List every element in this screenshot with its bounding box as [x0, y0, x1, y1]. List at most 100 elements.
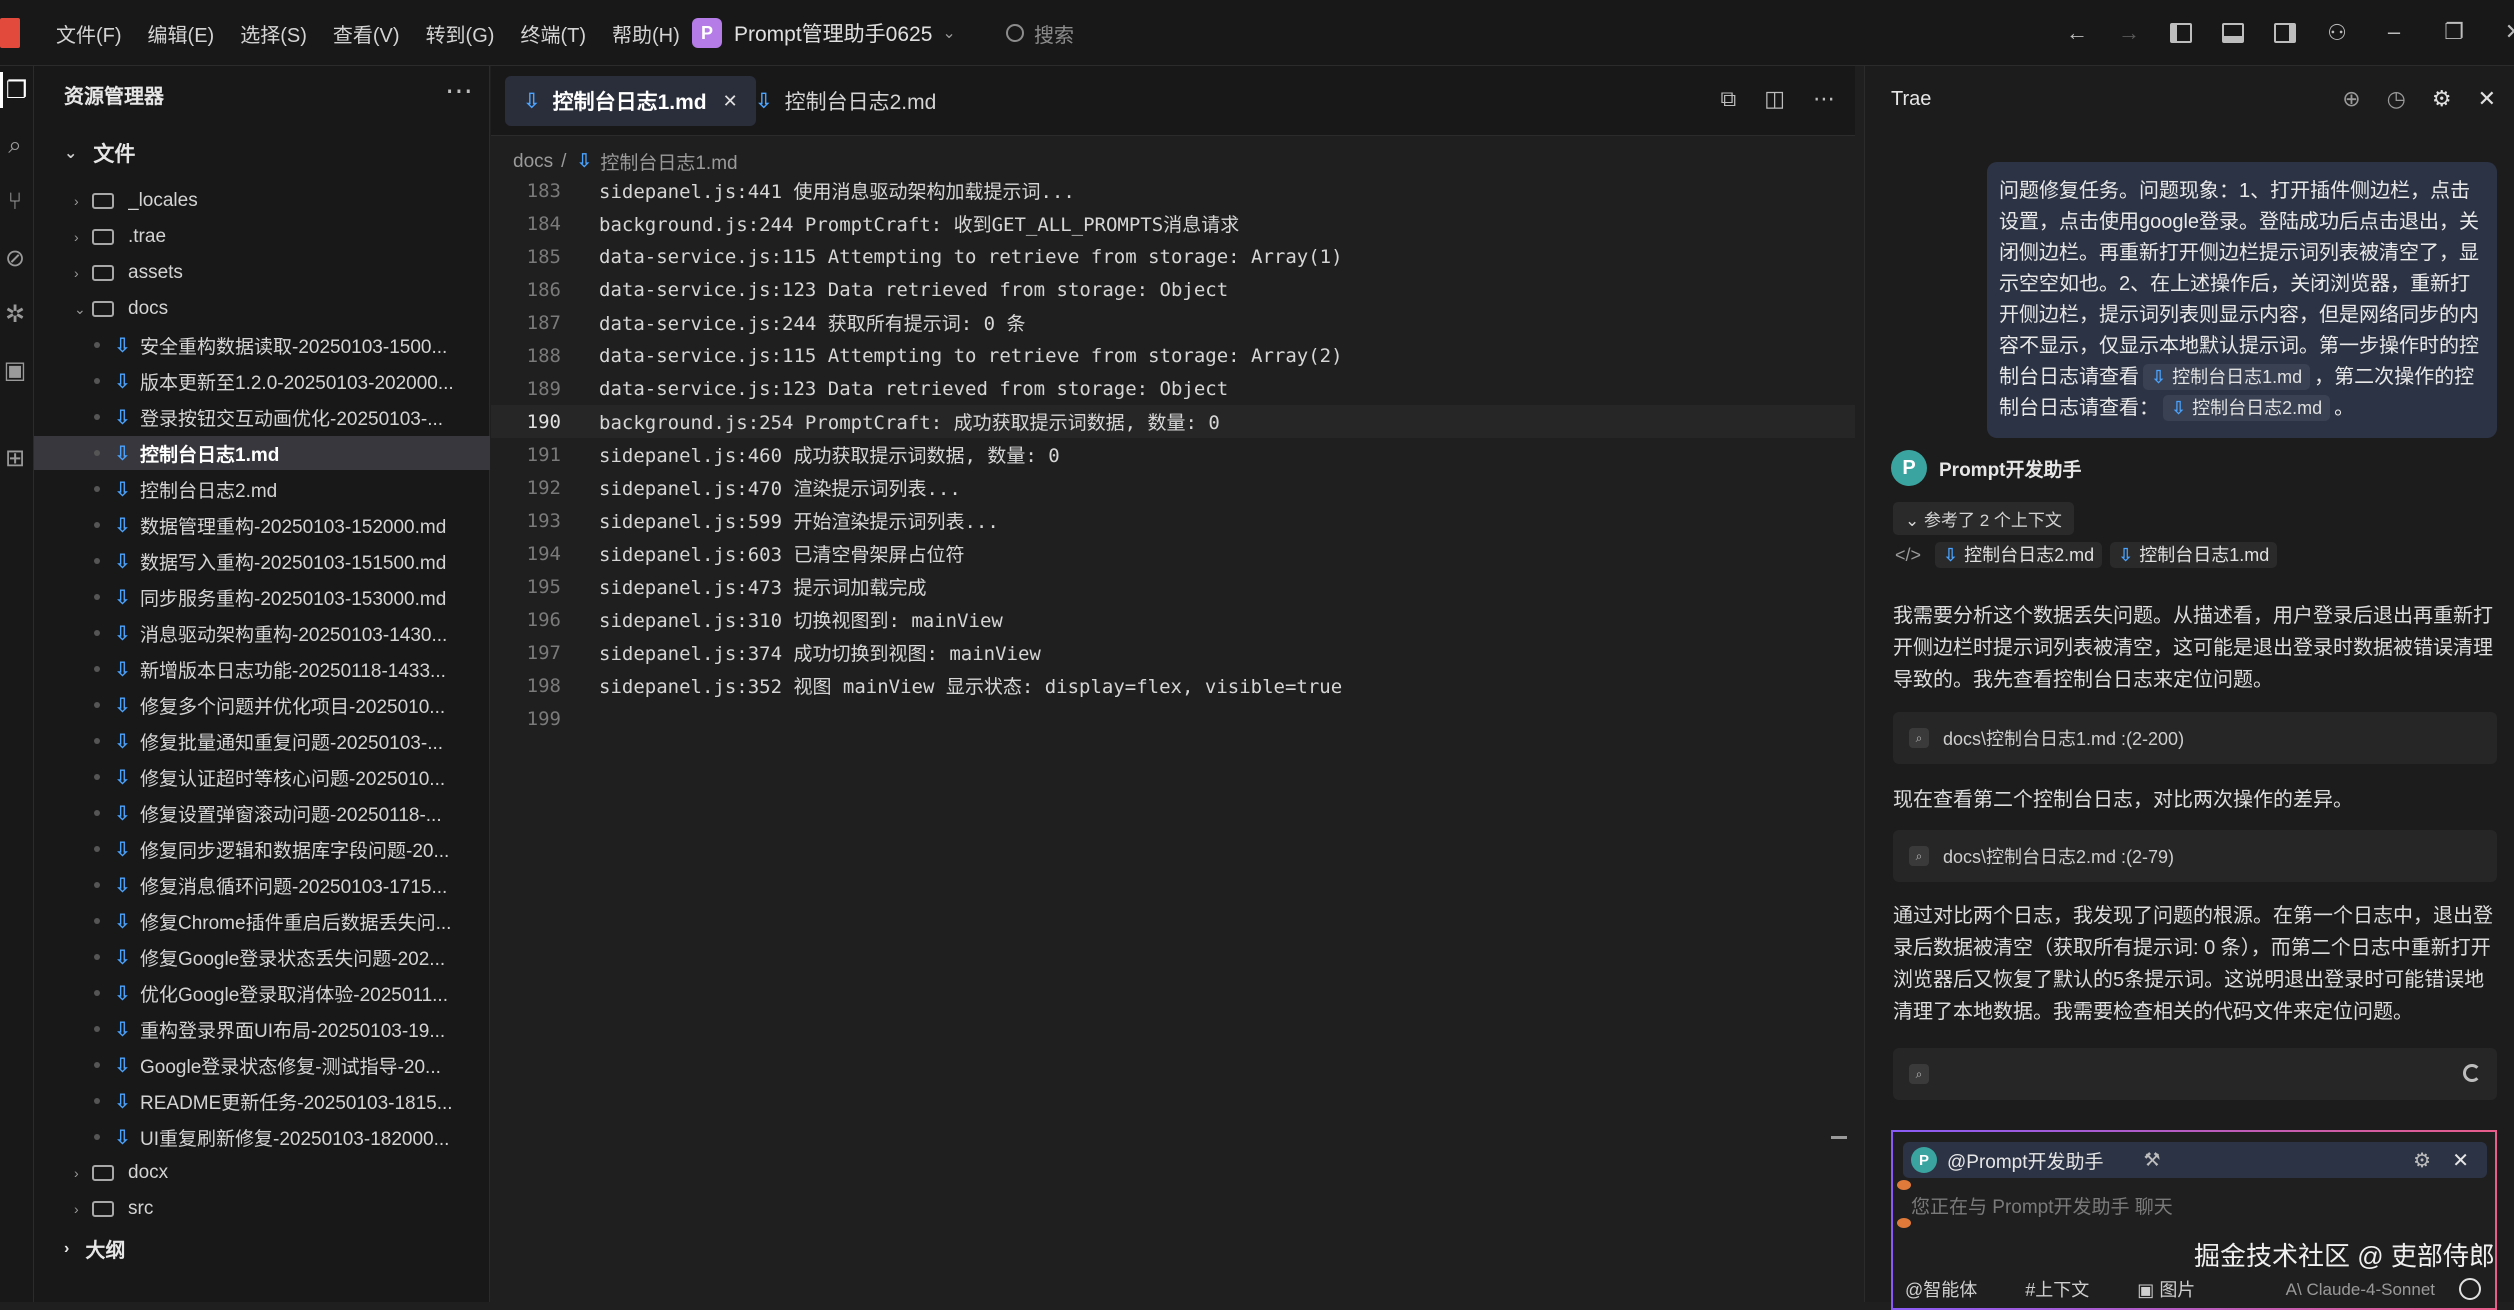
code-line[interactable]: 199 [491, 702, 1855, 735]
menu-go[interactable]: 转到(G) [426, 19, 495, 48]
code-line[interactable]: 194 sidepanel.js:603 已清空骨架屏占位符 [491, 537, 1855, 570]
tree-file[interactable]: ⇩ 数据写入重构-20250103-151500.md [34, 544, 490, 578]
new-chat-icon[interactable]: ⊕ [2342, 86, 2360, 112]
model-selector[interactable]: A\ Claude-4-Sonnet [2286, 1280, 2435, 1300]
code-line[interactable]: 189 data-service.js:123 Data retrieved fr… [491, 372, 1855, 405]
close-icon[interactable]: ✕ [2478, 86, 2496, 112]
remote-icon[interactable]: ⊘ [0, 240, 30, 276]
tree-file[interactable]: ⇩ 登录按钮交互动画优化-20250103-... [34, 400, 490, 434]
open-preview-icon[interactable]: ⧉ [1720, 86, 1736, 112]
tree-file[interactable]: ⇩ 同步服务重构-20250103-153000.md [34, 580, 490, 614]
gear-icon[interactable]: ⚙ [2432, 86, 2452, 112]
code-line[interactable]: 185 data-service.js:115 Attempting to ret… [491, 240, 1855, 273]
agent-mention[interactable]: P @Prompt开发助手 ⚒ ⚙ ✕ [1903, 1142, 2487, 1178]
toggle-panel-icon[interactable] [2220, 20, 2246, 46]
back-arrow-icon[interactable]: ← [2064, 20, 2090, 46]
tree-file[interactable]: ⇩ 新增版本日志功能-20250118-1433... [34, 652, 490, 686]
tool-call-read-file[interactable]: ⌕ docs\控制台日志1.md :(2-200) [1893, 712, 2497, 764]
context-references-toggle[interactable]: ⌄ 参考了 2 个上下文 [1893, 502, 2074, 535]
toggle-sidebar-icon[interactable] [2168, 20, 2194, 46]
tree-file[interactable]: ⇩ 版本更新至1.2.0-20250103-202000... [34, 364, 490, 398]
tree-file[interactable]: ⇩ 修复Chrome插件重启后数据丢失问... [34, 904, 490, 938]
account-icon[interactable]: ⚇ [2324, 20, 2350, 46]
send-icon[interactable] [2459, 1278, 2481, 1300]
explorer-icon[interactable]: ❐ [0, 72, 30, 108]
code-line[interactable]: 192 sidepanel.js:470 渲染提示词列表... [491, 471, 1855, 504]
menu-edit[interactable]: 编辑(E) [148, 19, 215, 48]
split-editor-icon[interactable]: ◫ [1764, 86, 1785, 112]
menu-selection[interactable]: 选择(S) [240, 19, 307, 48]
tree-file[interactable]: ⇩ 重构登录界面UI布局-20250103-19... [34, 1012, 490, 1046]
tab-console-log-1[interactable]: ⇩ 控制台日志1.md ✕ [505, 76, 756, 126]
tree-file[interactable]: ⇩ 消息驱动架构重构-20250103-1430... [34, 616, 490, 650]
code-line[interactable]: 197 sidepanel.js:374 成功切换到视图: mainView [491, 636, 1855, 669]
toggle-secondary-sidebar-icon[interactable] [2272, 20, 2298, 46]
code-line[interactable]: 187 data-service.js:244 获取所有提示词: 0 条 [491, 306, 1855, 339]
chat-input-box[interactable]: P @Prompt开发助手 ⚒ ⚙ ✕ 您正在与 Prompt开发助手 聊天 @… [1891, 1130, 2497, 1310]
file-chip[interactable]: ⇩ 控制台日志1.md [2143, 364, 2311, 390]
project-switcher[interactable]: P Prompt管理助手0625 ⌄ [692, 16, 956, 50]
tree-file[interactable]: ⇩ README更新任务-20250103-1815... [34, 1084, 490, 1118]
tree-file[interactable]: ⇩ 修复批量通知重复问题-20250103-... [34, 724, 490, 758]
tree-file[interactable]: ⇩ UI重复刷新修复-20250103-182000... [34, 1120, 490, 1154]
tree-file[interactable]: ⇩ 修复消息循环问题-20250103-1715... [34, 868, 490, 902]
context-button[interactable]: #上下文 [2025, 1276, 2113, 1302]
close-icon[interactable]: ✕ [2452, 1148, 2469, 1173]
outline-section-header[interactable]: › 大纲 [64, 1234, 125, 1263]
extensions-icon[interactable]: ⊞ [0, 440, 30, 476]
files-section-header[interactable]: ⌄ 文件 [64, 138, 135, 168]
code-line[interactable]: 193 sidepanel.js:599 开始渲染提示词列表... [491, 504, 1855, 537]
close-tab-icon[interactable]: ✕ [723, 91, 738, 112]
tree-file[interactable]: ⇩ Google登录状态修复-测试指导-20... [34, 1048, 490, 1082]
tree-file[interactable]: ⇩ 修复设置弹窗滚动问题-20250118-... [34, 796, 490, 830]
menu-terminal[interactable]: 终端(T) [520, 19, 586, 48]
command-search[interactable]: 搜索 [1006, 18, 1074, 48]
history-icon[interactable]: ◷ [2387, 86, 2406, 112]
code-line[interactable]: 190 background.js:254 PromptCraft: 成功获取提示… [491, 405, 1855, 438]
tree-folder[interactable]: › docx [34, 1156, 490, 1190]
tree-file[interactable]: ⇩ 数据管理重构-20250103-152000.md [34, 508, 490, 542]
file-chip[interactable]: ⇩ 控制台日志1.md [2110, 542, 2278, 568]
menu-file[interactable]: 文件(F) [56, 19, 122, 48]
tree-file[interactable]: ⇩ 修复Google登录状态丢失问题-202... [34, 940, 490, 974]
tree-file[interactable]: ⇩ 控制台日志2.md [34, 472, 490, 506]
code-line[interactable]: 198 sidepanel.js:352 视图 mainView 显示状态: di… [491, 669, 1855, 702]
tree-file[interactable]: ⇩ 控制台日志1.md [34, 436, 490, 470]
tree-folder[interactable]: ⌄ docs [34, 292, 490, 326]
menu-view[interactable]: 查看(V) [333, 19, 400, 48]
file-chip[interactable]: ⇩ 控制台日志2.md [2163, 395, 2331, 421]
code-line[interactable]: 184 background.js:244 PromptCraft: 收到GET_… [491, 207, 1855, 240]
debug-icon[interactable]: ✲ [0, 296, 30, 332]
tree-file[interactable]: ⇩ 修复多个问题并优化项目-2025010... [34, 688, 490, 722]
image-button[interactable]: ▣ 图片 [2137, 1276, 2219, 1302]
more-actions-icon[interactable]: ⋯ [445, 74, 473, 107]
menu-help[interactable]: 帮助(H) [612, 19, 680, 48]
code-view[interactable]: 183 sidepanel.js:441 使用消息驱动架构加载提示词... 184 b… [491, 174, 1855, 735]
tools-icon[interactable]: ⚒ [2144, 1149, 2161, 1172]
tree-file[interactable]: ⇩ 优化Google登录取消体验-2025011... [34, 976, 490, 1010]
chat-input-placeholder[interactable]: 您正在与 Prompt开发助手 聊天 [1911, 1192, 2173, 1219]
breadcrumb-file[interactable]: 控制台日志1.md [600, 148, 737, 175]
code-line[interactable]: 183 sidepanel.js:441 使用消息驱动架构加载提示词... [491, 174, 1855, 207]
search-view-icon[interactable]: ⌕ [0, 128, 30, 164]
forward-arrow-icon[interactable]: → [2116, 20, 2142, 46]
file-chip[interactable]: ⇩ 控制台日志2.md [1935, 542, 2103, 568]
tree-folder[interactable]: › assets [34, 256, 490, 290]
close-window-icon[interactable]: ✕ [2484, 19, 2514, 45]
tool-call-read-file[interactable]: ⌕ docs\控制台日志2.md :(2-79) [1893, 830, 2497, 882]
minimize-icon[interactable]: – [2364, 19, 2424, 45]
gear-icon[interactable]: ⚙ [2413, 1148, 2431, 1173]
code-line[interactable]: 191 sidepanel.js:460 成功获取提示词数据, 数量: 0 [491, 438, 1855, 471]
tree-folder[interactable]: › _locales [34, 184, 490, 218]
tree-file[interactable]: ⇩ 修复同步逻辑和数据库字段问题-20... [34, 832, 490, 866]
tree-folder[interactable]: › src [34, 1192, 490, 1226]
restore-icon[interactable]: ❐ [2424, 19, 2484, 45]
tab-console-log-2[interactable]: ⇩ 控制台日志2.md [737, 76, 954, 126]
code-line[interactable]: 195 sidepanel.js:473 提示词加载完成 [491, 570, 1855, 603]
agent-button[interactable]: @智能体 [1905, 1276, 2001, 1302]
remote-explorer-icon[interactable]: ▣ [0, 352, 30, 388]
tree-file[interactable]: ⇩ 修复认证超时等核心问题-2025010... [34, 760, 490, 794]
tree-file[interactable]: ⇩ 安全重构数据读取-20250103-1500... [34, 328, 490, 362]
source-control-icon[interactable]: ⑂ [0, 184, 30, 220]
code-line[interactable]: 196 sidepanel.js:310 切换视图到: mainView [491, 603, 1855, 636]
